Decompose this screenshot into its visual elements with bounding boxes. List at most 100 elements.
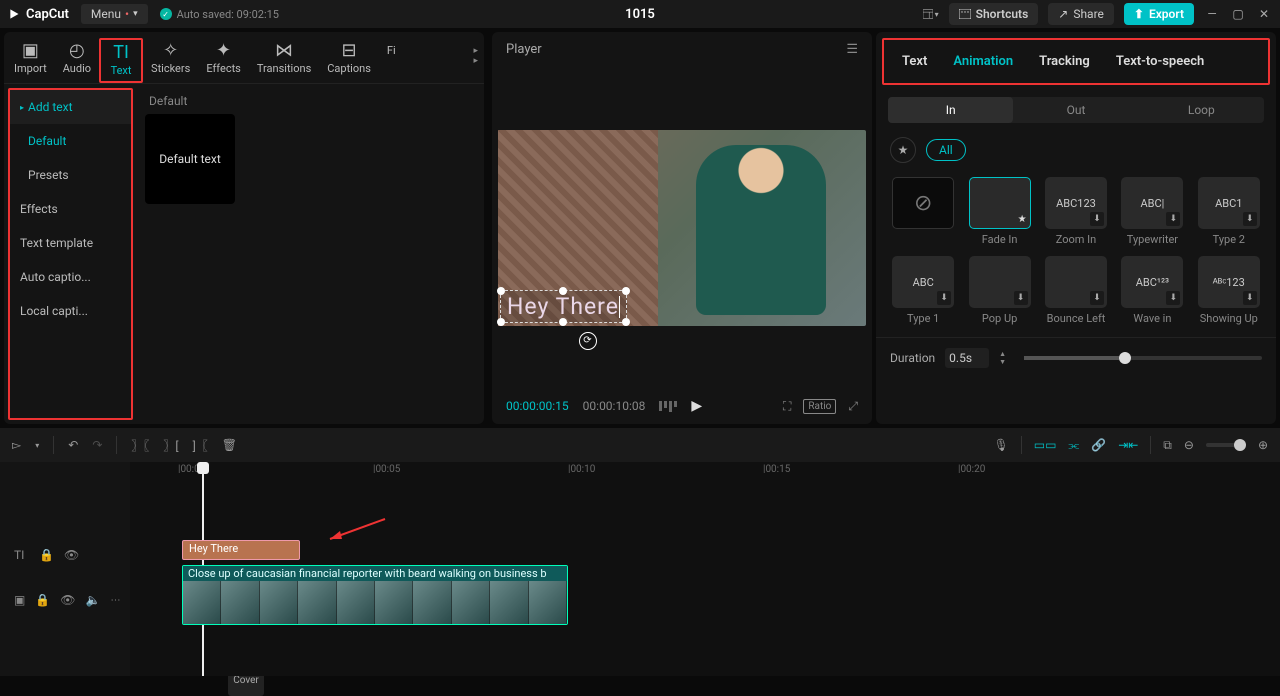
sidebar-effects[interactable]: Effects [10, 192, 131, 226]
delete-icon[interactable]: 🗑 [222, 438, 237, 452]
close-icon[interactable]: ✕ [1256, 6, 1272, 22]
cascade-icon[interactable]: ⧉ [1163, 438, 1172, 453]
link-icon[interactable]: 🔗 [1091, 438, 1106, 452]
menu-button[interactable]: Menu•▾ [81, 4, 148, 24]
text-lane-icon: TI [14, 548, 29, 563]
video-preview[interactable]: Hey There ⟳ [498, 130, 866, 326]
tab-filters[interactable]: Fi [379, 38, 404, 61]
eye-icon[interactable]: 👁 [60, 593, 75, 607]
shortcuts-button[interactable]: Shortcuts [949, 3, 1039, 25]
duration-stepper[interactable]: ▲▼ [999, 351, 1006, 366]
anim-direction-segment: In Out Loop [888, 97, 1264, 123]
anim-label: Fade In [982, 233, 1018, 246]
undo-icon[interactable]: ↶ [68, 438, 78, 452]
anim-type-1[interactable]: ABC⬇ [892, 256, 954, 308]
app-logo: CapCut [8, 7, 69, 22]
anim-label: Showing Up [1200, 312, 1258, 325]
anim-zoom-in[interactable]: ABC123⬇ [1045, 177, 1107, 229]
rtab-tts[interactable]: Text-to-speech [1116, 54, 1204, 69]
sidebar-add-text[interactable]: ▸Add text [10, 90, 131, 124]
tab-transitions[interactable]: ⋈Transitions [249, 38, 319, 79]
anim-typewriter[interactable]: ABC|⬇ [1121, 177, 1183, 229]
maximize-icon[interactable]: ▢ [1230, 6, 1246, 22]
anim-type-2[interactable]: ABC1⬇ [1198, 177, 1260, 229]
video-lane-icon: ▣ [14, 593, 25, 607]
animation-grid: ⊘ ★ Fade In ABC123⬇ Zoom In ABC|⬇ Typewriter AB… [876, 171, 1276, 331]
zoom-in-icon[interactable]: ⊕ [1258, 438, 1268, 452]
anim-label: Type 1 [907, 312, 939, 325]
crop-icon[interactable]: ⛶ [783, 399, 791, 414]
video-lane-controls: ▣ 🔒 👁 🔈 ⋯ [0, 570, 130, 630]
sidebar-auto-captions[interactable]: Auto captio... [10, 260, 131, 294]
zoom-out-icon[interactable]: ⊖ [1184, 438, 1194, 452]
mute-icon[interactable]: 🔈 [86, 593, 101, 607]
play-icon[interactable]: ▶ [691, 398, 702, 414]
player-menu-icon[interactable]: ☰ [846, 42, 858, 57]
anim-label: Typewriter [1127, 233, 1178, 246]
rotate-handle-icon[interactable]: ⟳ [579, 332, 597, 350]
text-lane-controls: TI 🔒 👁 [0, 540, 130, 570]
sidebar-local-captions[interactable]: Local capti... [10, 294, 131, 328]
annotation-arrow [320, 514, 390, 544]
rtab-text[interactable]: Text [902, 54, 927, 69]
zoom-slider[interactable] [1206, 443, 1246, 447]
snap-icon[interactable]: ⇥⇤ [1118, 438, 1138, 452]
anim-none[interactable]: ⊘ [892, 177, 954, 229]
timeline-text-clip[interactable]: Hey There [182, 540, 300, 560]
tool-tabs: ▣Import ◴Audio TIText ✧Stickers ✦Effects… [4, 32, 484, 84]
minimize-icon[interactable]: — [1204, 6, 1220, 22]
timecode-total: 00:00:10:08 [583, 399, 646, 413]
text-category-sidebar: ▸Add text Default Presets Effects Text t… [8, 88, 133, 420]
share-button[interactable]: ↗Share [1048, 3, 1114, 25]
redo-icon[interactable]: ↷ [92, 438, 102, 452]
link-preview-icon[interactable]: ⫘ [1068, 438, 1079, 453]
anim-label: Zoom In [1056, 233, 1096, 246]
anim-pop-up[interactable]: ⬇ [969, 256, 1031, 308]
export-button[interactable]: ⬆Export [1124, 3, 1194, 25]
lock-icon[interactable]: 🔒 [35, 593, 50, 607]
filter-all[interactable]: All [926, 139, 966, 161]
tab-import[interactable]: ▣Import [6, 38, 55, 79]
tab-audio[interactable]: ◴Audio [55, 38, 99, 79]
anim-label: Pop Up [982, 312, 1017, 325]
sidebar-presets[interactable]: Presets [10, 158, 131, 192]
sidebar-default[interactable]: Default [10, 124, 131, 158]
selection-tool-icon[interactable]: ▻ [12, 438, 21, 452]
fullscreen-icon[interactable]: ⤢ [848, 399, 858, 414]
anim-fade-in[interactable]: ★ [969, 177, 1031, 229]
sidebar-text-template[interactable]: Text template [10, 226, 131, 260]
ratio-button[interactable]: Ratio [803, 399, 836, 414]
default-text-thumb[interactable]: Default text [145, 114, 235, 204]
rtab-animation[interactable]: Animation [953, 54, 1013, 69]
mic-icon[interactable]: 🎙 [994, 438, 1009, 452]
anim-wave-in[interactable]: ABC¹²³⬇ [1121, 256, 1183, 308]
tab-effects[interactable]: ✦Effects [198, 38, 249, 79]
favorites-filter-icon[interactable]: ★ [890, 137, 916, 163]
rtab-tracking[interactable]: Tracking [1039, 54, 1090, 69]
tab-captions[interactable]: ⊟Captions [319, 38, 379, 79]
split-left-icon[interactable]: 〗[ [163, 437, 178, 454]
split-right-icon[interactable]: ]〖 [193, 437, 208, 454]
project-title: 1015 [625, 7, 655, 22]
anim-bounce-left[interactable]: ⬇ [1045, 256, 1107, 308]
duration-slider[interactable] [1024, 356, 1262, 360]
tabs-scroll[interactable]: ▸▸ [469, 38, 482, 74]
timeline-video-clip[interactable]: Close up of caucasian financial reporter… [182, 565, 568, 625]
split-icon[interactable]: 〗〖 [131, 437, 149, 454]
tab-text[interactable]: TIText [99, 38, 143, 83]
thumb-section-title: Default [145, 94, 474, 108]
magnet-icon[interactable]: ▭▭ [1034, 438, 1057, 452]
audio-levels-icon[interactable] [659, 401, 677, 412]
seg-loop[interactable]: Loop [1139, 97, 1264, 123]
duration-input[interactable] [945, 348, 989, 368]
seg-out[interactable]: Out [1013, 97, 1138, 123]
layout-icon[interactable]: ▾ [923, 6, 939, 22]
tab-stickers[interactable]: ✧Stickers [143, 38, 198, 79]
timeline-ruler[interactable]: |00:00|00:05|00:10|00:15|00:20 [130, 462, 1280, 484]
anim-showing-up[interactable]: ᴬᴮᶜ123⬇ [1198, 256, 1260, 308]
anim-label: Type 2 [1213, 233, 1245, 246]
seg-in[interactable]: In [888, 97, 1013, 123]
eye-icon[interactable]: 👁 [64, 548, 79, 562]
text-overlay[interactable]: Hey There ⟳ [500, 290, 627, 323]
lock-icon[interactable]: 🔒 [39, 548, 54, 562]
